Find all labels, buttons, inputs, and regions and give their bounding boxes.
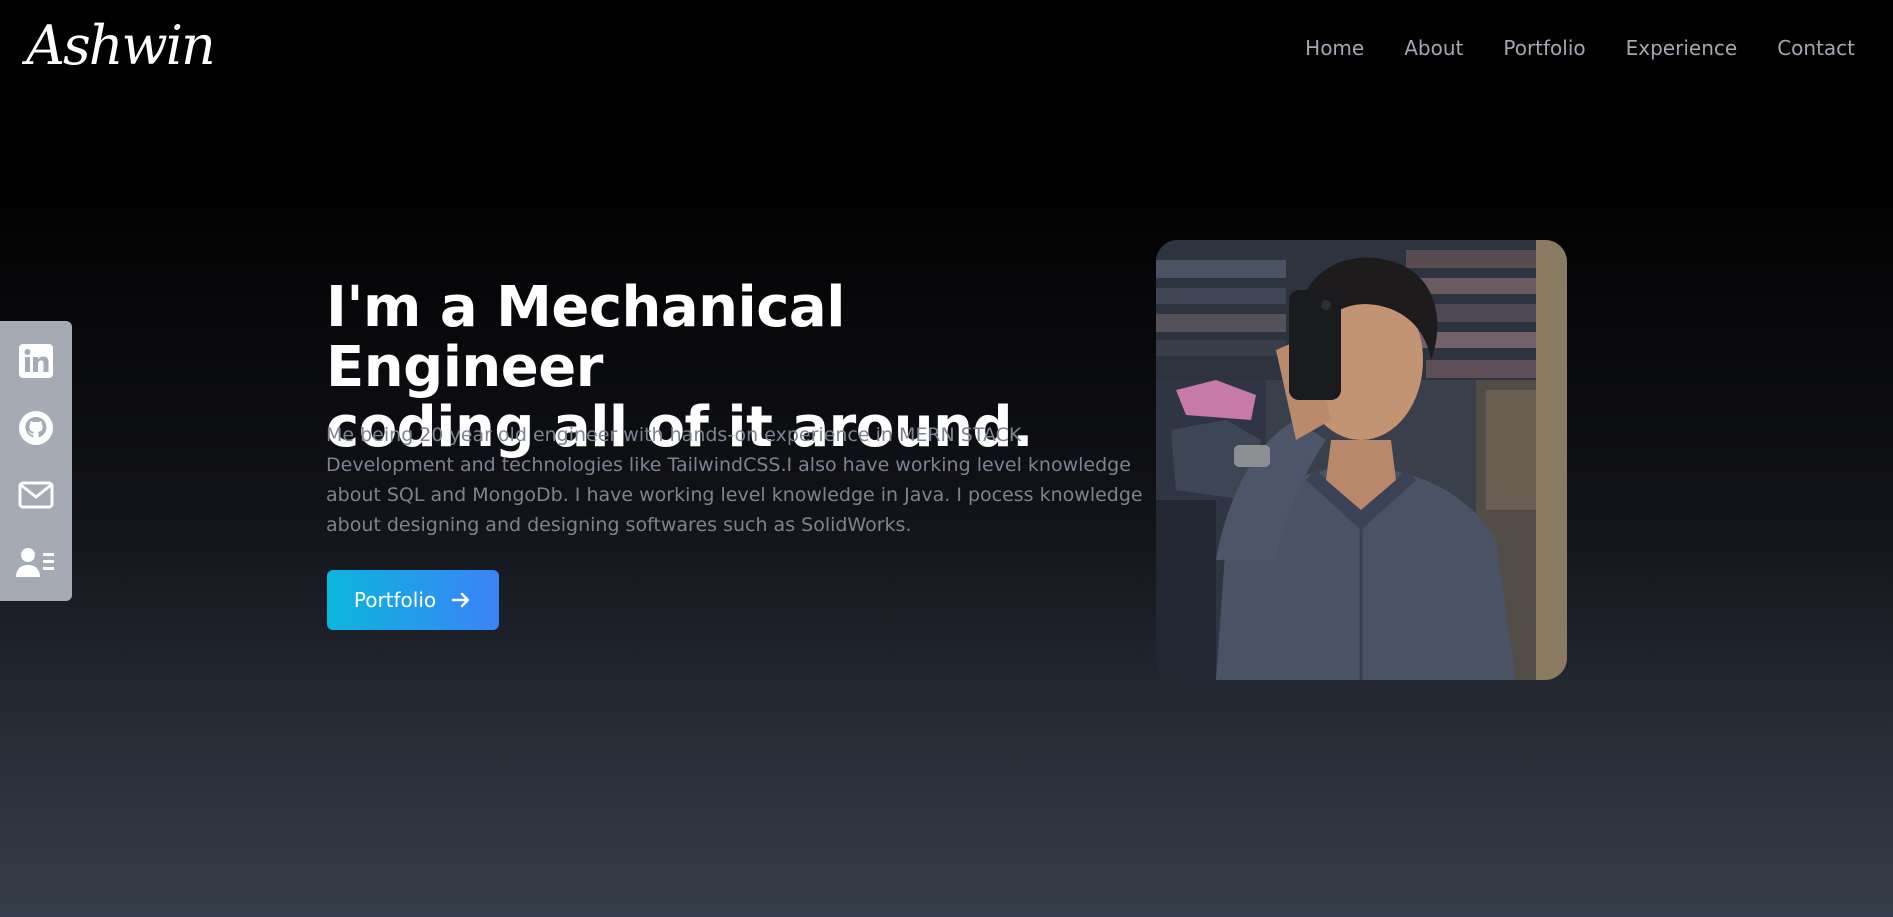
- github-link[interactable]: [16, 408, 56, 448]
- github-icon: [19, 410, 53, 445]
- arrow-right-icon: [451, 592, 470, 608]
- linkedin-icon: [19, 343, 53, 378]
- nav-home[interactable]: Home: [1305, 30, 1364, 66]
- linkedin-link[interactable]: [16, 341, 56, 381]
- resume-icon: [16, 547, 54, 577]
- mail-icon: [18, 481, 54, 508]
- profile-photo: [1156, 240, 1567, 680]
- nav-experience[interactable]: Experience: [1626, 30, 1738, 66]
- resume-link[interactable]: [16, 542, 56, 582]
- nav-portfolio[interactable]: Portfolio: [1503, 30, 1585, 66]
- mail-link[interactable]: [16, 475, 56, 515]
- social-sidebar: [0, 321, 72, 601]
- nav-about[interactable]: About: [1404, 30, 1463, 66]
- portfolio-button-label: Portfolio: [353, 588, 437, 612]
- hero-headline-line1: I'm a Mechanical Engineer: [326, 275, 845, 400]
- portfolio-button[interactable]: Portfolio: [327, 570, 499, 630]
- hero-description: Me being 20 year old engineer with hands…: [326, 424, 1143, 536]
- nav-contact[interactable]: Contact: [1777, 30, 1855, 66]
- main-nav: Home About Portfolio Experience Contact: [1305, 30, 1855, 66]
- site-logo[interactable]: Ashwin: [26, 6, 216, 86]
